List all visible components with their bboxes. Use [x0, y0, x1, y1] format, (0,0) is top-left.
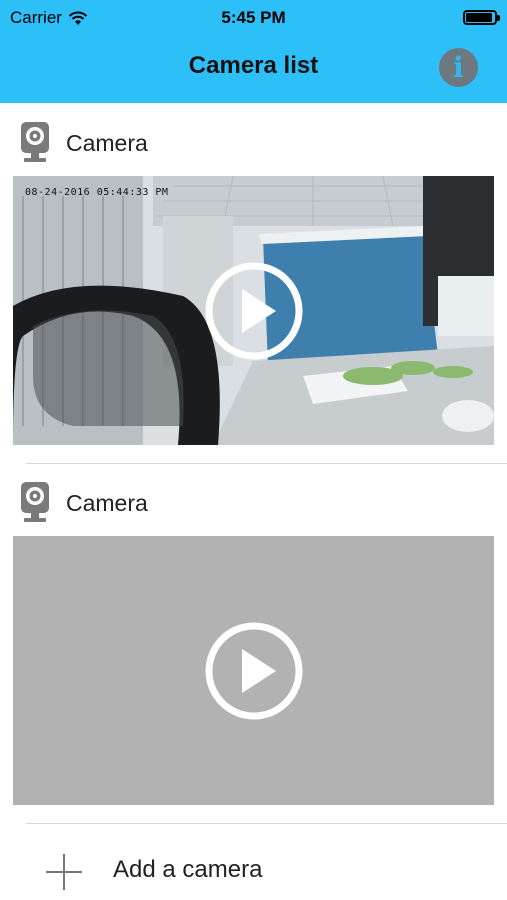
divider [26, 463, 507, 464]
webcam-icon [21, 482, 49, 522]
play-icon[interactable] [204, 261, 304, 361]
camera-name: Camera [66, 129, 148, 156]
camera-list-item-header[interactable]: Camera [18, 121, 148, 165]
page-title: Camera list [188, 52, 319, 79]
divider [26, 823, 507, 824]
camera-preview[interactable]: 08-24-2016 05:44:33 PM [13, 176, 494, 445]
video-timestamp: 08-24-2016 05:44:33 PM [25, 187, 169, 198]
camera-name: Camera [66, 489, 148, 516]
camera-list-item-header[interactable]: Camera [18, 481, 148, 525]
battery-level [466, 13, 492, 22]
play-icon[interactable] [204, 621, 304, 721]
battery-icon [463, 10, 500, 25]
add-camera-label: Add a camera [113, 856, 263, 883]
status-time: 5:45 PM [221, 8, 286, 27]
plus-icon [46, 854, 82, 890]
status-bar: Carrier 5:45 PM [0, 0, 507, 38]
camera-preview[interactable] [13, 536, 494, 805]
webcam-icon [21, 122, 49, 162]
info-icon[interactable]: i [439, 48, 478, 87]
navigation-bar: Carrier 5:45 PM Camera list i [0, 0, 507, 103]
add-camera-button[interactable]: Add a camera [0, 842, 507, 900]
